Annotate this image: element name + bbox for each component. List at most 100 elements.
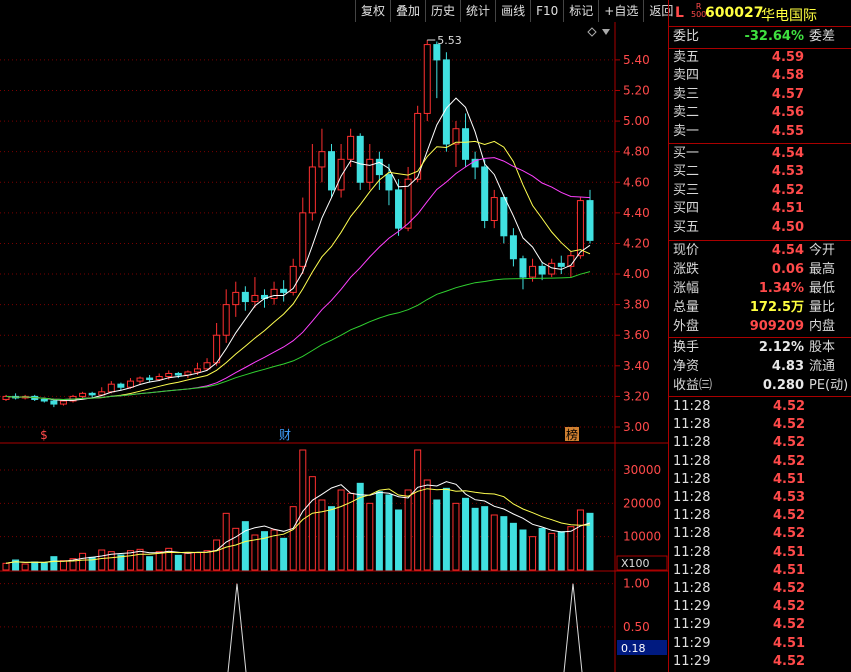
bid-row-2: 买二 4.53 — [669, 163, 851, 181]
rating-badge: R 500 — [691, 3, 706, 19]
volume-bar — [404, 489, 412, 571]
candle-body — [50, 400, 58, 405]
toolbar-button-6[interactable]: 标记 — [563, 0, 598, 22]
quote-divider — [669, 26, 851, 27]
ask-row-1-value: 4.59 — [771, 50, 804, 65]
tick-time: 11:29 — [673, 635, 711, 651]
stat-row-5-value: 909209 — [749, 319, 804, 334]
toolbar-button-7[interactable]: +自选 — [598, 0, 643, 22]
volume-bar — [308, 476, 316, 571]
candle-body — [174, 372, 182, 376]
candle-body — [222, 304, 230, 336]
candle-body — [213, 334, 221, 364]
event-marker: $ — [40, 428, 48, 442]
candle-body — [442, 59, 450, 145]
candle-body — [308, 166, 316, 214]
volume-bar — [442, 487, 450, 571]
stat-row-2: 涨跌 0.06 最高 — [669, 261, 851, 279]
tick-price: 4.52 — [773, 599, 806, 615]
volume-bar — [318, 499, 326, 571]
toolbar-button-4[interactable]: 画线 — [495, 0, 530, 22]
price-axis-label: 5.00 — [623, 114, 650, 128]
fund-row-1-label2: 股本 — [809, 340, 836, 355]
bid-row-3-value: 4.52 — [771, 182, 804, 198]
volume-bar — [395, 509, 403, 571]
kline-chart[interactable]: 5.40 5.20 5.00 4.80 4.60 4.40 4.20 4.00 3.80 3.60… — [0, 22, 668, 672]
volume-bar — [519, 529, 527, 571]
badge-bottom: 500 — [691, 10, 707, 19]
volume-bar — [423, 479, 431, 571]
volume-bar — [481, 506, 489, 571]
volume-bar — [289, 506, 297, 571]
candle-body — [251, 294, 259, 303]
volume-bar — [471, 507, 479, 571]
candle-body — [356, 135, 364, 183]
volume-bar — [414, 449, 422, 571]
tick-price: 4.53 — [773, 490, 806, 505]
toolbar-button-5[interactable]: F10 — [530, 0, 563, 22]
quote-panel: L R 500 600027 华电国际 委比 -32.64% 委差 卖五 4.59 卖四 4.… — [668, 0, 851, 672]
volume-bar — [136, 548, 144, 571]
volume-bar — [529, 536, 537, 571]
bid-row-5-value: 4.50 — [771, 219, 804, 235]
tick-price: 4.52 — [773, 508, 806, 524]
fund-row-1-label: 换手 — [673, 340, 700, 355]
volume-bar — [155, 551, 163, 571]
volume-bar — [538, 527, 546, 571]
candle-body — [107, 383, 115, 393]
volume-axis-label: 30000 — [623, 463, 661, 477]
ask-row-5-label: 卖一 — [673, 123, 700, 139]
stat-row-2-label2: 最高 — [809, 262, 836, 277]
volume-bar — [59, 560, 67, 571]
volume-bar — [337, 489, 345, 571]
toolbar-button-1[interactable]: 叠加 — [390, 0, 425, 22]
candle-body — [193, 368, 201, 373]
tick-row: 11:28 4.53 — [669, 489, 851, 507]
volume-bar — [40, 562, 48, 571]
kline-chart-area[interactable]: 5.40 5.20 5.00 4.80 4.60 4.40 4.20 4.00 3.80 3.60… — [0, 22, 668, 672]
ask-row-4-label: 卖二 — [673, 105, 700, 121]
tick-price: 4.51 — [773, 635, 806, 651]
volume-bar — [509, 522, 517, 571]
stat-row-1-label: 现价 — [673, 243, 700, 258]
candle-body — [136, 377, 144, 382]
volume-bar — [328, 506, 336, 571]
volume-bar — [184, 552, 192, 571]
bid-row-3: 买三 4.52 — [669, 182, 851, 200]
candle-body — [241, 291, 249, 303]
toolbar-button-0[interactable]: 复权 — [355, 0, 390, 22]
volume-axis-label: 20000 — [623, 496, 661, 510]
volume-bar — [126, 550, 134, 571]
bid-row-1-value: 4.54 — [771, 146, 804, 161]
tick-price: 4.52 — [773, 417, 806, 433]
price-axis-label: 5.20 — [623, 83, 650, 97]
volume-bar — [31, 561, 39, 571]
volume-bar — [21, 563, 29, 571]
fund-row-2-value: 4.83 — [771, 359, 804, 374]
ask-row-1-label: 卖五 — [673, 50, 700, 65]
price-axis-label: 3.00 — [623, 420, 650, 434]
tick-price: 4.52 — [773, 653, 806, 669]
candle-body — [40, 398, 48, 402]
volume-bar — [490, 514, 498, 571]
volume-bar — [500, 516, 508, 571]
candle-body — [117, 383, 125, 388]
stock-name: 华电国际 — [761, 8, 817, 24]
volume-unit-label: X100 — [621, 557, 650, 570]
stat-row-2-value: 0.06 — [771, 262, 804, 277]
volume-bar — [375, 491, 383, 571]
tick-time: 11:28 — [673, 417, 711, 433]
candle-body — [146, 377, 154, 381]
toolbar-button-2[interactable]: 历史 — [425, 0, 460, 22]
tick-time: 11:28 — [673, 471, 711, 487]
toolbar-button-3[interactable]: 统计 — [460, 0, 495, 22]
weibi-row-label2: 委差 — [809, 29, 836, 44]
weibi-row-label: 委比 — [673, 29, 700, 44]
ask-row-5-value: 4.55 — [771, 123, 804, 139]
stat-row-3-value: 1.34% — [758, 281, 804, 296]
stat-row-5: 外盘 909209 内盘 — [669, 318, 851, 336]
volume-bar — [462, 497, 470, 571]
candle-body — [299, 212, 307, 267]
quote-divider — [669, 240, 851, 241]
candle-body — [481, 166, 489, 221]
